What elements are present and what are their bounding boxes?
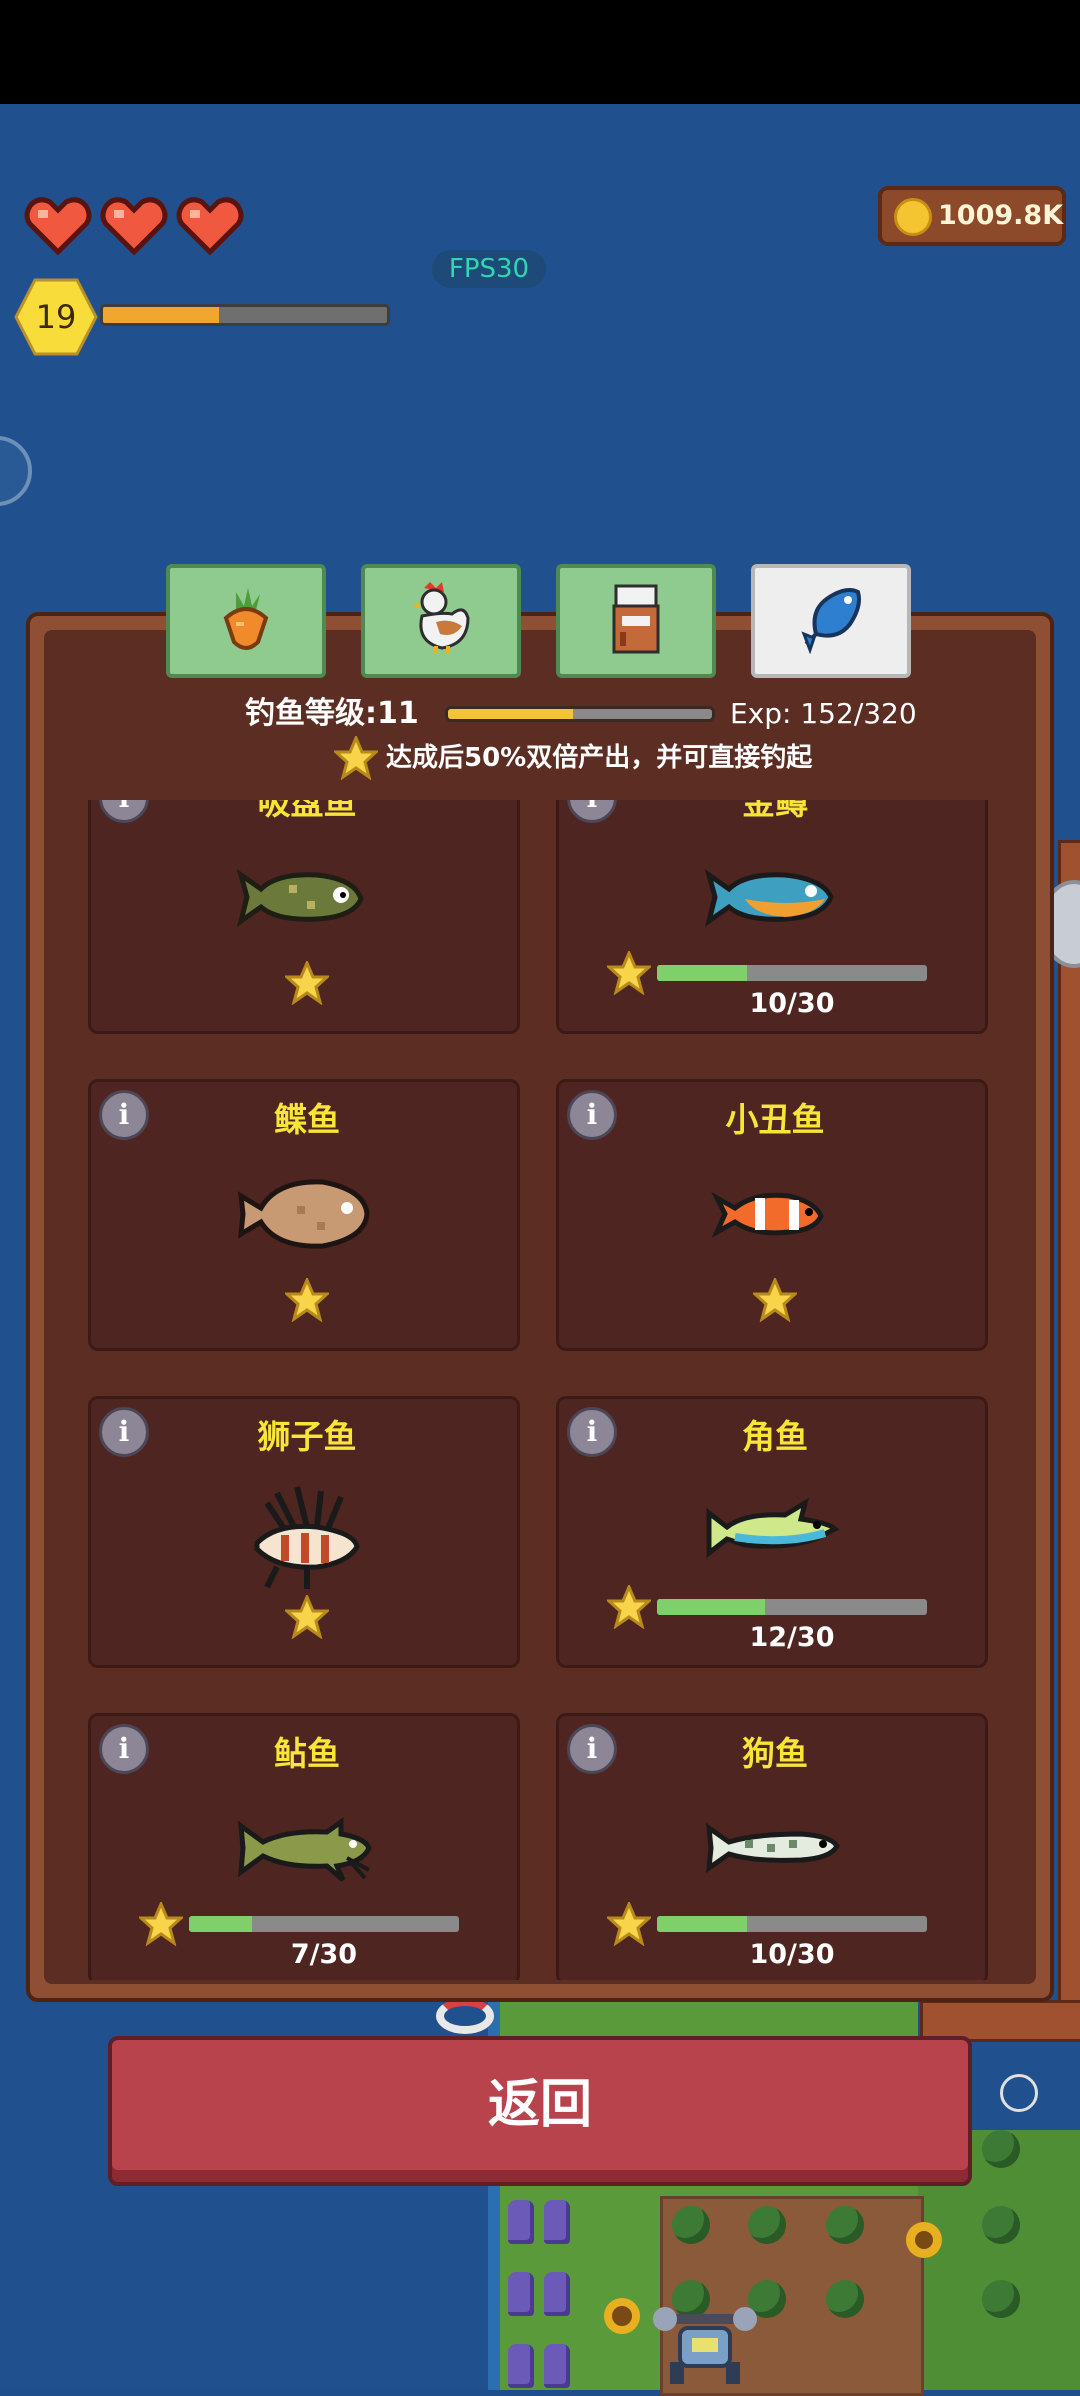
lavender-plant[interactable]: [508, 2272, 534, 2316]
fish-name: 小丑鱼: [725, 1100, 825, 1139]
fish-progress-fill: [657, 1599, 765, 1615]
fish-name: 角鱼: [742, 1417, 808, 1456]
fish-progress-fill: [657, 965, 747, 981]
coin-counter[interactable]: 1009.8K: [878, 186, 1066, 246]
back-button-label: 返回: [487, 2075, 592, 2135]
heart-icon: [176, 196, 244, 256]
chicken-icon: [406, 582, 476, 660]
lavender-plant[interactable]: [544, 2200, 570, 2244]
fish-sprite-icon: [236, 849, 377, 945]
fish-icon: [796, 584, 866, 658]
fish-sprite-icon: [705, 1800, 845, 1896]
star-icon: [283, 1593, 331, 1640]
fish-name: 鲽鱼: [274, 1100, 340, 1139]
tab-processing[interactable]: [556, 564, 716, 678]
fish-card[interactable]: i 狮子鱼: [88, 1396, 520, 1668]
fish-grid-content: i吸盘鱼i金鳟10/30i鲽鱼i小丑鱼i狮子鱼i角鱼12/30i鲇鱼7/30i狗…: [88, 800, 992, 1980]
tab-crops[interactable]: [166, 564, 326, 678]
fishing-level-bar: [445, 706, 715, 722]
fish-sprite-icon: [705, 1483, 845, 1579]
drone-robot[interactable]: [640, 2300, 770, 2390]
player-level-badge[interactable]: 19: [14, 278, 98, 356]
fence-right: [1058, 840, 1080, 2006]
crop-plant[interactable]: [826, 2206, 864, 2244]
heart-icon: [100, 196, 168, 256]
fish-name: 狗鱼: [742, 1734, 808, 1773]
fps-counter: FPS30: [432, 250, 546, 288]
crop-plant[interactable]: [982, 2130, 1020, 2168]
fish-progress-text: 12/30: [749, 1622, 835, 1653]
fish-progress-fill: [657, 1916, 747, 1932]
fish-card[interactable]: i 角鱼 12/30: [556, 1396, 988, 1668]
crop-plant[interactable]: [982, 2280, 1020, 2318]
fish-progress-text: 10/30: [749, 988, 835, 1019]
fish-sprite-icon: [237, 1483, 377, 1589]
fish-progress-text: 7/30: [290, 1939, 358, 1970]
fish-progress-bar: [657, 965, 927, 981]
star-icon: [605, 1900, 653, 1947]
fish-name: 吸盘鱼: [257, 800, 357, 822]
world-marker[interactable]: [1000, 2074, 1038, 2112]
fish-card[interactable]: i 鲽鱼: [88, 1079, 520, 1351]
lavender-plant[interactable]: [508, 2200, 534, 2244]
lavender-plant[interactable]: [508, 2344, 534, 2388]
player-xp-bar: [100, 304, 390, 326]
heart-icon: [24, 196, 92, 256]
fishing-level-fill: [448, 709, 574, 719]
fish-name: 狮子鱼: [257, 1417, 357, 1456]
star-icon: [605, 949, 653, 996]
star-icon: [332, 734, 380, 784]
star-icon: [605, 1583, 653, 1630]
fish-sprite-icon: [237, 1800, 377, 1896]
star-icon: [283, 959, 331, 1006]
crop-plant[interactable]: [672, 2206, 710, 2244]
fish-name: 金鳟: [742, 800, 808, 822]
life-ring: [436, 1998, 494, 2034]
fishing-exp-label: Exp: 152/320: [730, 697, 917, 730]
jar-icon: [606, 582, 666, 660]
fish-card[interactable]: i 鲇鱼 7/30: [88, 1713, 520, 1980]
fish-progress-bar: [657, 1599, 927, 1615]
back-button[interactable]: 返回: [108, 2036, 972, 2186]
lavender-plant[interactable]: [544, 2344, 570, 2388]
fish-sprite-icon: [237, 1166, 377, 1262]
fish-card[interactable]: i 狗鱼 10/30: [556, 1713, 988, 1980]
fish-progress-bar: [657, 1916, 927, 1932]
player-level-number: 19: [35, 298, 77, 336]
player-xp-fill: [103, 307, 220, 323]
fish-progress-fill: [189, 1916, 252, 1932]
star-icon: [283, 1276, 331, 1323]
crop-plant[interactable]: [982, 2206, 1020, 2244]
coin-amount: 1009.8K: [938, 200, 1064, 231]
crop-plant[interactable]: [826, 2280, 864, 2318]
sunflower[interactable]: [906, 2222, 942, 2258]
crop-plant[interactable]: [748, 2206, 786, 2244]
mastery-hint-text: 达成后50%双倍产出，并可直接钓起: [386, 743, 813, 773]
fish-grid[interactable]: i吸盘鱼i金鳟10/30i鲽鱼i小丑鱼i狮子鱼i角鱼12/30i鲇鱼7/30i狗…: [88, 800, 992, 1980]
star-icon: [137, 1900, 185, 1947]
carrot-icon: [214, 584, 278, 658]
sunflower[interactable]: [604, 2298, 640, 2334]
status-bar: [0, 0, 1080, 104]
lavender-plant[interactable]: [544, 2272, 570, 2316]
fish-name: 鲇鱼: [274, 1734, 340, 1773]
fish-card[interactable]: i金鳟10/30: [556, 800, 988, 1034]
tab-animals[interactable]: [361, 564, 521, 678]
star-icon: [751, 1276, 799, 1323]
tab-fishing[interactable]: [751, 564, 911, 678]
fish-card[interactable]: i吸盘鱼: [88, 800, 520, 1034]
fish-progress-bar: [189, 1916, 459, 1932]
fishing-level-label: 钓鱼等级:11: [245, 696, 419, 731]
coin-icon: [894, 198, 932, 236]
fish-progress-text: 10/30: [749, 1939, 835, 1970]
fish-sprite-icon: [705, 1166, 845, 1262]
fish-sprite-icon: [704, 849, 845, 945]
fish-card[interactable]: i 小丑鱼: [556, 1079, 988, 1351]
